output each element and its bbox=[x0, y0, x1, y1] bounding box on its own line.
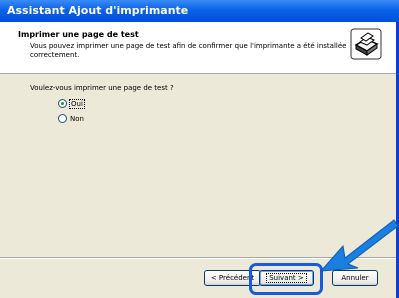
window-title: Assistant Ajout d'imprimante bbox=[7, 4, 189, 17]
printer-icon bbox=[350, 28, 382, 60]
radio-label-non: Non bbox=[70, 114, 84, 123]
back-button[interactable]: < Précédent bbox=[204, 270, 261, 286]
cancel-button[interactable]: Annuler bbox=[332, 270, 378, 286]
next-button-label: Suivant > bbox=[266, 273, 307, 283]
title-bar[interactable]: Assistant Ajout d'imprimante bbox=[0, 0, 399, 22]
wizard-dialog: Imprimer une page de test Vous pouvez im… bbox=[0, 22, 399, 298]
radio-option-oui[interactable]: Oui bbox=[58, 98, 85, 109]
radio-button[interactable] bbox=[58, 114, 67, 123]
wizard-header: Imprimer une page de test Vous pouvez im… bbox=[0, 22, 396, 74]
question-text: Voulez-vous imprimer une page de test ? bbox=[30, 84, 174, 92]
next-button[interactable]: Suivant > bbox=[259, 270, 314, 286]
header-title: Imprimer une page de test bbox=[18, 30, 139, 39]
footer-divider bbox=[0, 257, 396, 259]
header-subtitle: Vous pouvez imprimer une page de test af… bbox=[30, 42, 347, 59]
radio-label-oui: Oui bbox=[69, 98, 85, 109]
radio-button[interactable] bbox=[58, 99, 67, 108]
radio-option-non[interactable]: Non bbox=[58, 114, 84, 123]
